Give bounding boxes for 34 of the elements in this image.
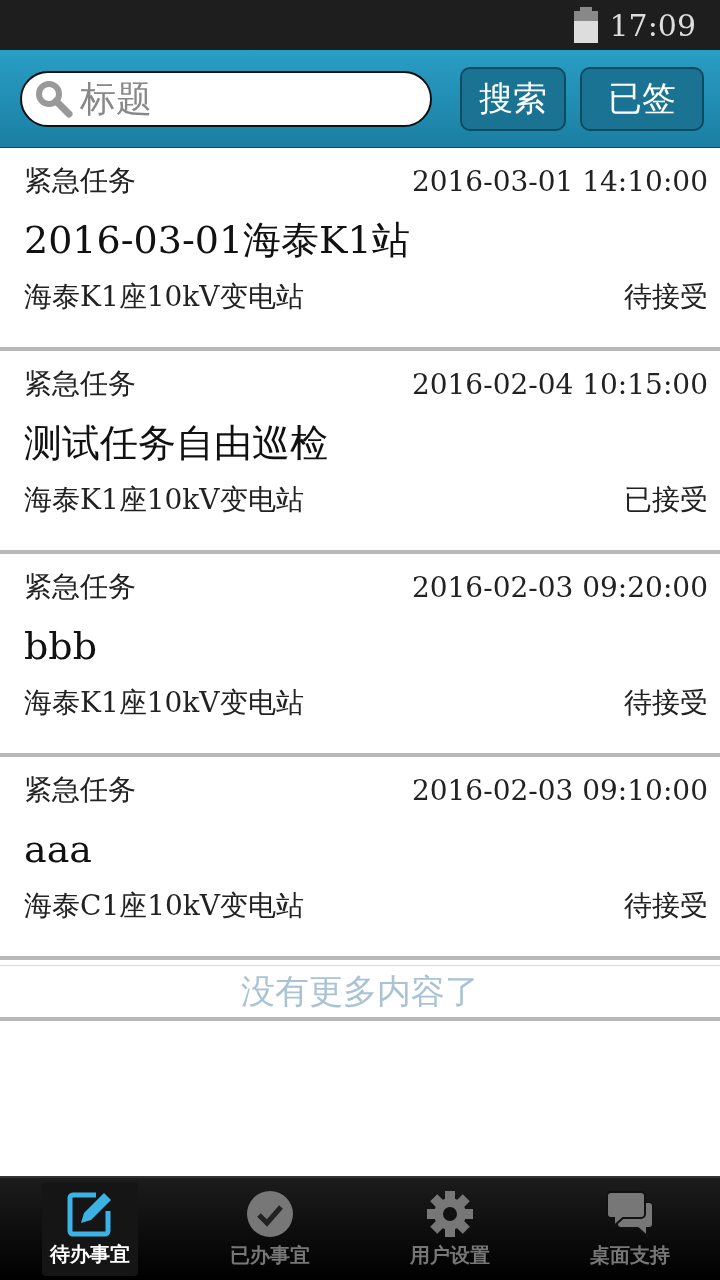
task-category: 紧急任务 — [24, 366, 136, 402]
task-category: 紧急任务 — [24, 569, 136, 605]
task-category: 紧急任务 — [24, 772, 136, 808]
task-title[interactable]: aaa — [24, 827, 708, 873]
settings-icon — [426, 1189, 474, 1238]
task-datetime: 2016-02-03 09:20:00 — [411, 570, 708, 604]
task-title[interactable]: bbb — [24, 624, 708, 670]
task-datetime: 2016-02-04 10:15:00 — [411, 367, 708, 401]
clock-time: 17:09 — [609, 7, 696, 43]
header-button[interactable]: 搜索 — [460, 66, 566, 131]
task-title[interactable]: 测试任务自由巡检 — [24, 421, 708, 467]
search-field[interactable]: 标题 — [20, 70, 432, 127]
task-status: 已接受 — [624, 481, 708, 518]
check-circle-icon — [246, 1189, 294, 1238]
task-status: 待接受 — [624, 684, 708, 721]
task-location: 海泰C1座10kV变电站 — [24, 887, 305, 924]
no-more-text: 没有更多内容了 — [241, 969, 479, 1013]
task-status: 待接受 — [624, 887, 708, 924]
edit-icon — [66, 1190, 114, 1237]
task-location: 海泰K1座10kV变电站 — [24, 684, 304, 721]
task-category: 紧急任务 — [24, 163, 136, 199]
task-location: 海泰K1座10kV变电站 — [24, 278, 304, 315]
header-button[interactable]: 已签 — [580, 66, 704, 131]
nav-tab[interactable]: 桌面支持 — [582, 1182, 678, 1276]
task-datetime: 2016-02-03 09:10:00 — [411, 773, 708, 807]
search-icon — [34, 78, 74, 119]
task-status: 待接受 — [624, 278, 708, 315]
task-title[interactable]: 2016-03-01海泰K1站 — [24, 218, 708, 264]
nav-tab[interactable]: 用户设置 — [402, 1182, 498, 1276]
task-datetime: 2016-03-01 14:10:00 — [411, 164, 708, 198]
battery-icon — [573, 7, 598, 43]
task-location: 海泰K1座10kV变电站 — [24, 481, 304, 518]
nav-tab[interactable]: 已办事宜 — [222, 1182, 318, 1276]
nav-tab[interactable]: 待办事宜 — [42, 1182, 138, 1276]
